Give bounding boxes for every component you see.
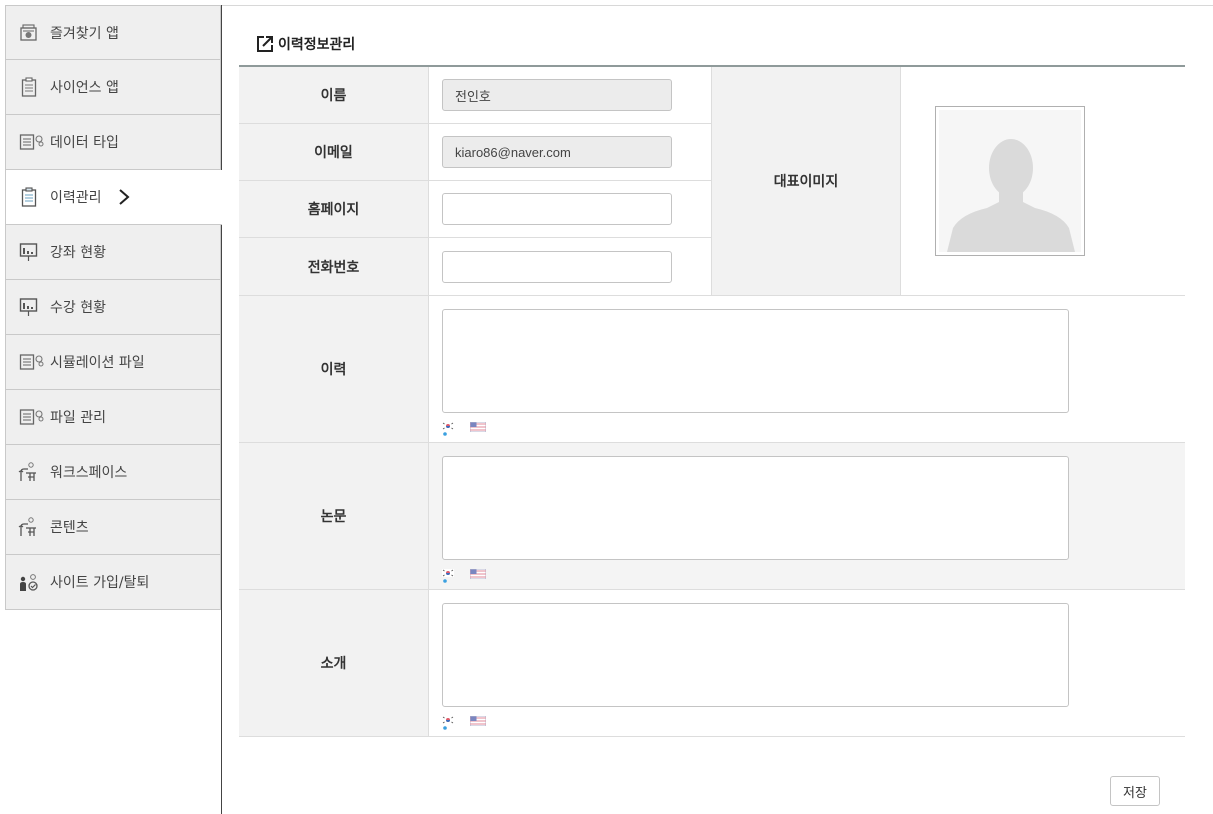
sidebar-item-label: 콘텐츠 bbox=[50, 520, 89, 536]
sidebar-item-workspace[interactable]: 워크스페이스 bbox=[5, 445, 221, 500]
sidebar-item-label: 시뮬레이션 파일 bbox=[50, 355, 145, 371]
board-chart-icon bbox=[18, 297, 40, 317]
sidebar-item-history-management[interactable]: 이력관리 bbox=[5, 170, 222, 225]
phone-field[interactable] bbox=[442, 250, 672, 283]
sidebar-item-label: 즐겨찾기 앱 bbox=[50, 25, 119, 42]
paper-label: 논문 bbox=[239, 443, 429, 589]
sidebar-item-site-join-leave[interactable]: 사이트 가입/탈퇴 bbox=[5, 555, 221, 610]
avatar-placeholder-icon bbox=[939, 110, 1081, 252]
user-join-icon bbox=[18, 572, 40, 592]
email-row: 이메일 kiaro86@naver.com bbox=[239, 124, 711, 181]
language-flags bbox=[442, 564, 487, 583]
sidebar-item-label: 강좌 현황 bbox=[50, 245, 106, 261]
external-link-icon bbox=[256, 35, 274, 53]
email-field[interactable]: kiaro86@naver.com bbox=[442, 136, 672, 168]
sidebar: 즐겨찾기 앱 사이언스 앱 데이터 타입 이력관리 강좌 현황 수강 현황 시뮬… bbox=[5, 5, 222, 610]
chevron-right-icon bbox=[118, 188, 130, 206]
sidebar-item-contents[interactable]: 콘텐츠 bbox=[5, 500, 221, 555]
workspace-person-icon bbox=[18, 517, 40, 537]
usa-flag-icon[interactable] bbox=[469, 564, 487, 583]
homepage-label: 홈페이지 bbox=[239, 181, 429, 237]
page-title: 이력정보관리 bbox=[256, 34, 355, 54]
paper-row: 논문 bbox=[239, 443, 1185, 590]
usa-flag-icon[interactable] bbox=[469, 417, 487, 436]
workspace-person-icon bbox=[18, 462, 40, 482]
document-gear-icon bbox=[18, 407, 46, 427]
language-flags bbox=[442, 711, 487, 730]
sidebar-item-label: 이력관리 bbox=[50, 190, 102, 206]
name-label: 이름 bbox=[239, 67, 429, 123]
homepage-row: 홈페이지 bbox=[239, 181, 711, 238]
sidebar-item-data-type[interactable]: 데이터 타입 bbox=[5, 115, 221, 170]
sidebar-item-label: 파일 관리 bbox=[50, 410, 106, 426]
usa-flag-icon[interactable] bbox=[469, 711, 487, 730]
history-row: 이력 bbox=[239, 296, 1185, 443]
korea-flag-icon[interactable] bbox=[442, 568, 454, 583]
history-textarea[interactable] bbox=[442, 309, 1069, 413]
intro-label: 소개 bbox=[239, 590, 429, 736]
sidebar-item-course-status[interactable]: 강좌 현황 bbox=[5, 225, 221, 280]
profile-photo[interactable] bbox=[935, 106, 1085, 256]
clipboard-icon bbox=[18, 187, 40, 207]
intro-row: 소개 bbox=[239, 590, 1185, 737]
document-gear-icon bbox=[18, 132, 46, 152]
history-form: 이름 전인호 이메일 kiaro86@naver.com 홈페이지 전화번호 대… bbox=[239, 65, 1185, 737]
sidebar-item-label: 데이터 타입 bbox=[50, 135, 119, 151]
clipboard-icon bbox=[18, 77, 40, 97]
name-row: 이름 전인호 bbox=[239, 67, 711, 124]
homepage-field[interactable] bbox=[442, 193, 672, 225]
sidebar-item-label: 워크스페이스 bbox=[50, 465, 128, 481]
korea-flag-icon[interactable] bbox=[442, 421, 454, 436]
sidebar-item-label: 사이트 가입/탈퇴 bbox=[50, 575, 150, 591]
sidebar-item-label: 사이언스 앱 bbox=[50, 80, 119, 96]
page-title-text: 이력정보관리 bbox=[278, 37, 356, 53]
language-flags bbox=[442, 417, 487, 436]
profile-fields: 이름 전인호 이메일 kiaro86@naver.com 홈페이지 전화번호 bbox=[239, 67, 712, 295]
sidebar-item-favorites-app[interactable]: 즐겨찾기 앱 bbox=[5, 5, 221, 60]
board-chart-icon bbox=[18, 242, 40, 262]
document-gear-icon bbox=[18, 352, 46, 372]
email-label: 이메일 bbox=[239, 124, 429, 180]
sidebar-item-label: 수강 현황 bbox=[50, 300, 106, 316]
favorites-app-icon bbox=[18, 23, 40, 43]
rep-image-cell bbox=[901, 67, 1185, 295]
phone-row: 전화번호 bbox=[239, 238, 711, 295]
intro-textarea[interactable] bbox=[442, 603, 1069, 707]
profile-block: 이름 전인호 이메일 kiaro86@naver.com 홈페이지 전화번호 대… bbox=[239, 67, 1185, 296]
sidebar-item-simulation-file[interactable]: 시뮬레이션 파일 bbox=[5, 335, 221, 390]
name-field[interactable]: 전인호 bbox=[442, 79, 672, 111]
history-label: 이력 bbox=[239, 296, 429, 442]
sidebar-divider bbox=[221, 5, 222, 814]
sidebar-item-file-management[interactable]: 파일 관리 bbox=[5, 390, 221, 445]
sidebar-item-science-app[interactable]: 사이언스 앱 bbox=[5, 60, 221, 115]
paper-textarea[interactable] bbox=[442, 456, 1069, 560]
korea-flag-icon[interactable] bbox=[442, 715, 454, 730]
phone-label: 전화번호 bbox=[239, 238, 429, 295]
save-button[interactable]: 저장 bbox=[1110, 776, 1160, 806]
rep-image-label: 대표이미지 bbox=[712, 67, 901, 295]
sidebar-item-enrollment-status[interactable]: 수강 현황 bbox=[5, 280, 221, 335]
